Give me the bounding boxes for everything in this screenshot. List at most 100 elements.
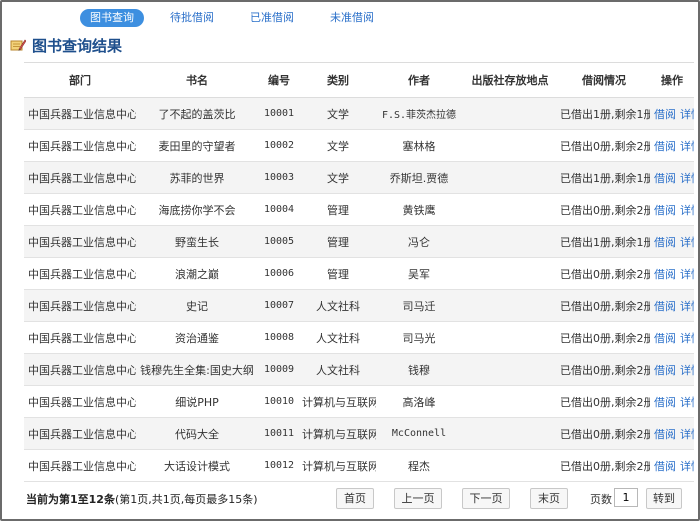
tab-approved-borrow[interactable]: 已准借阅 [240, 9, 304, 27]
borrow-link[interactable]: 借阅 [654, 332, 676, 345]
borrow-link[interactable]: 借阅 [654, 204, 676, 217]
cell-actions: 借阅详情 [650, 129, 694, 162]
detail-link[interactable]: 详情 [680, 204, 694, 217]
cell-dept: 中国兵器工业信息中心 [24, 417, 136, 450]
cell-location [462, 289, 558, 322]
cell-location [462, 417, 558, 450]
cell-dept: 中国兵器工业信息中心 [24, 193, 136, 226]
cell-category: 管理 [300, 257, 376, 290]
cell-actions: 借阅详情 [650, 385, 694, 418]
prev-page-button[interactable]: 上一页 [394, 488, 442, 509]
detail-link[interactable]: 详情 [680, 140, 694, 153]
cell-dept: 中国兵器工业信息中心 [24, 385, 136, 418]
cell-location [462, 193, 558, 226]
table-row: 中国兵器工业信息中心浪潮之巅10006管理吴军 已借出0册,剩余2册借阅详情 [24, 257, 694, 290]
cell-book-name: 钱穆先生全集:国史大纲 [136, 353, 258, 386]
cell-dept: 中国兵器工业信息中心 [24, 353, 136, 386]
detail-link[interactable]: 详情 [680, 460, 694, 473]
detail-link[interactable]: 详情 [680, 108, 694, 121]
table-row: 中国兵器工业信息中心资治通鉴10008人文社科司马光 已借出0册,剩余2册借阅详情 [24, 321, 694, 354]
page-number-input[interactable] [614, 488, 638, 507]
col-header-category: 类别 [300, 62, 376, 98]
borrow-link[interactable]: 借阅 [654, 108, 676, 121]
last-page-button[interactable]: 末页 [530, 488, 568, 509]
record-summary: 当前为第1至12条(第1页,共1页,每页最多15条) [26, 493, 258, 506]
cell-location [462, 353, 558, 386]
cell-book-id: 10011 [258, 417, 300, 450]
cell-category: 人文社科 [300, 353, 376, 386]
cell-author: 吴军 [376, 257, 462, 290]
col-header-dept: 部门 [24, 62, 136, 98]
detail-link[interactable]: 详情 [680, 300, 694, 313]
cell-location [462, 385, 558, 418]
cell-category: 人文社科 [300, 321, 376, 354]
cell-actions: 借阅详情 [650, 225, 694, 258]
cell-dept: 中国兵器工业信息中心 [24, 97, 136, 130]
table-row: 中国兵器工业信息中心 细说PHP 10010 计算机与互联网 高洛峰 已借出0册,剩余2册… [24, 385, 694, 418]
table-row: 中国兵器工业信息中心 代码大全 10011 计算机与互联网 McConnell 已借出0册… [24, 417, 694, 450]
detail-link[interactable]: 详情 [680, 428, 694, 441]
cell-book-id: 10007 [258, 289, 300, 322]
cell-book-id: 10006 [258, 257, 300, 290]
cell-actions: 借阅详情 [650, 193, 694, 226]
cell-author: 乔斯坦.贾德 [376, 161, 462, 194]
cell-location [462, 129, 558, 162]
borrow-link[interactable]: 借阅 [654, 236, 676, 249]
borrow-link[interactable]: 借阅 [654, 428, 676, 441]
cell-author: 冯仑 [376, 225, 462, 258]
cell-book-name: 麦田里的守望者 [136, 129, 258, 162]
cell-dept: 中国兵器工业信息中心 [24, 225, 136, 258]
cell-status: 已借出0册,剩余2册 [558, 417, 650, 450]
cell-book-id: 10004 [258, 193, 300, 226]
cell-actions: 借阅详情 [650, 257, 694, 290]
go-page-button[interactable]: 转到 [646, 488, 682, 509]
cell-book-id: 10012 [258, 449, 300, 482]
cell-book-id: 10003 [258, 161, 300, 194]
detail-link[interactable]: 详情 [680, 396, 694, 409]
borrow-link[interactable]: 借阅 [654, 396, 676, 409]
borrow-link[interactable]: 借阅 [654, 364, 676, 377]
borrow-link[interactable]: 借阅 [654, 140, 676, 153]
cell-author: McConnell [376, 417, 462, 450]
tab-book-search[interactable]: 图书查询 [80, 9, 144, 27]
main-frame: 图书查询 待批借阅 已准借阅 未准借阅 图书查询结果 部门 书名 编号 类别 作… [0, 0, 700, 521]
cell-book-id: 10002 [258, 129, 300, 162]
cell-actions: 借阅详情 [650, 449, 694, 482]
detail-link[interactable]: 详情 [680, 268, 694, 281]
cell-actions: 借阅详情 [650, 321, 694, 354]
cell-category: 文学 [300, 129, 376, 162]
borrow-link[interactable]: 借阅 [654, 460, 676, 473]
first-page-button[interactable]: 首页 [336, 488, 374, 509]
cell-actions: 借阅详情 [650, 97, 694, 130]
cell-dept: 中国兵器工业信息中心 [24, 257, 136, 290]
cell-category: 管理 [300, 225, 376, 258]
borrow-link[interactable]: 借阅 [654, 172, 676, 185]
cell-actions: 借阅详情 [650, 353, 694, 386]
detail-link[interactable]: 详情 [680, 172, 694, 185]
cell-author: 钱穆 [376, 353, 462, 386]
cell-dept: 中国兵器工业信息中心 [24, 161, 136, 194]
page-number-label: 页数 [590, 493, 612, 506]
cell-status: 已借出0册,剩余2册 [558, 129, 650, 162]
next-page-button[interactable]: 下一页 [462, 488, 510, 509]
cell-book-id: 10010 [258, 385, 300, 418]
cell-author: 程杰 [376, 449, 462, 482]
table-row: 中国兵器工业信息中心 麦田里的守望者 10002 文学 塞林格 已借出0册,剩余2册 借阅详… [24, 129, 694, 162]
borrow-link[interactable]: 借阅 [654, 268, 676, 281]
borrow-link[interactable]: 借阅 [654, 300, 676, 313]
cell-dept: 中国兵器工业信息中心 [24, 321, 136, 354]
cell-author: 司马光 [376, 321, 462, 354]
detail-link[interactable]: 详情 [680, 236, 694, 249]
cell-author: 黄铁鹰 [376, 193, 462, 226]
cell-status: 已借出0册,剩余2册 [558, 321, 650, 354]
table-row: 中国兵器工业信息中心 苏菲的世界 10003 文学 乔斯坦.贾德 已借出1册,剩余1册 借阅… [24, 161, 694, 194]
cell-status: 已借出1册,剩余1册 [558, 97, 650, 130]
cell-book-name: 代码大全 [136, 417, 258, 450]
tab-rejected-borrow[interactable]: 未准借阅 [320, 9, 384, 27]
detail-link[interactable]: 详情 [680, 364, 694, 377]
cell-status: 已借出1册,剩余1册 [558, 225, 650, 258]
tab-bar: 图书查询 待批借阅 已准借阅 未准借阅 [80, 9, 400, 27]
tab-pending-borrow[interactable]: 待批借阅 [160, 9, 224, 27]
detail-link[interactable]: 详情 [680, 332, 694, 345]
cell-status: 已借出0册,剩余2册 [558, 257, 650, 290]
